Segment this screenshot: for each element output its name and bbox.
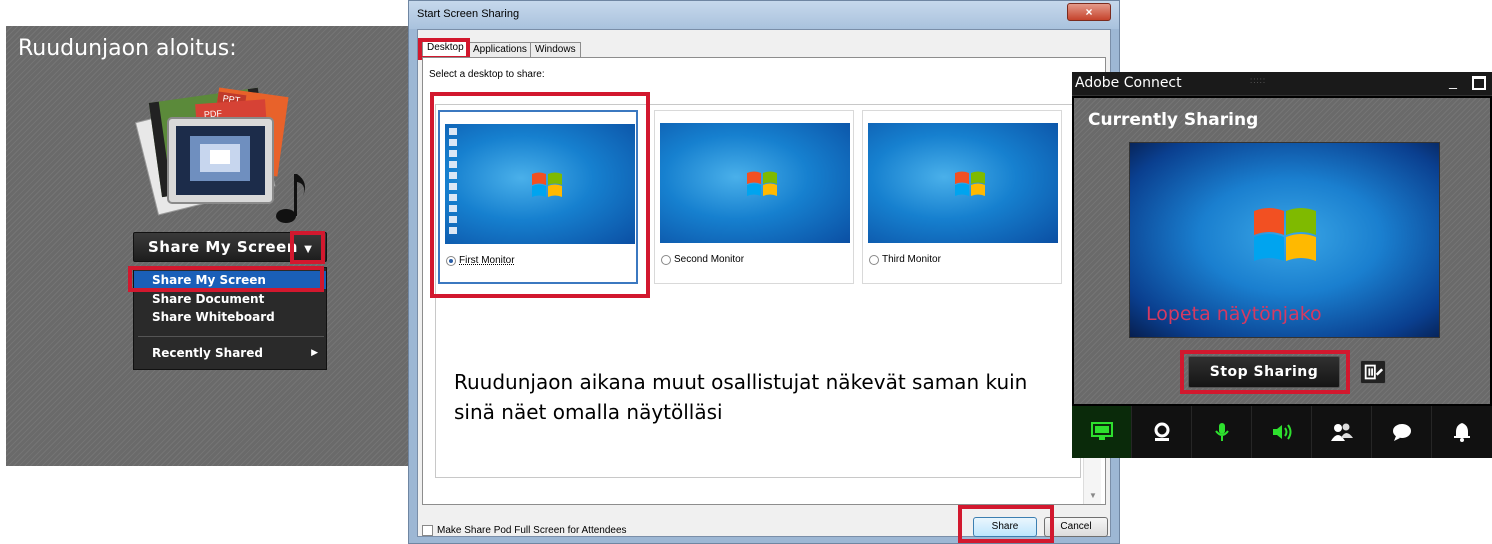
- microphone-icon[interactable]: [1192, 406, 1252, 458]
- monitor-option-first[interactable]: First Monitor: [446, 255, 515, 266]
- start-screen-sharing-dialog: Start Screen Sharing × Desktop Applicati…: [408, 0, 1120, 544]
- monitor-card-first[interactable]: First Monitor: [438, 110, 638, 284]
- fullscreen-label: Make Share Pod Full Screen for Attendees: [437, 525, 627, 536]
- windows-logo-icon: [955, 171, 985, 196]
- info-text: Ruudunjaon aikana muut osallistujat näke…: [454, 370, 1028, 424]
- desktop-icons: [449, 128, 461, 238]
- tab-desktop[interactable]: Desktop: [422, 40, 469, 58]
- close-icon[interactable]: ×: [1067, 3, 1111, 21]
- dialog-title: Start Screen Sharing: [417, 8, 520, 20]
- pod-content: Currently Sharing Lopeta näytönjako Stop…: [1074, 98, 1490, 404]
- windows-logo-icon: [532, 172, 562, 197]
- fullscreen-checkbox[interactable]: [422, 525, 433, 536]
- pod-titlebar: Adobe Connect ::::: _: [1072, 72, 1492, 96]
- dialog-body: Desktop Applications Windows Select a de…: [417, 29, 1111, 543]
- select-desktop-label: Select a desktop to share:: [429, 69, 545, 80]
- menu-item-share-my-screen[interactable]: Share My Screen: [134, 271, 326, 289]
- tab-applications[interactable]: Applications: [468, 42, 532, 58]
- pod-toolbar: [1072, 406, 1492, 458]
- drag-grip-icon[interactable]: :::::: [1250, 76, 1266, 85]
- monitor-option-second[interactable]: Second Monitor: [661, 254, 744, 265]
- radio-icon[interactable]: [661, 254, 671, 265]
- pod-title: Adobe Connect: [1075, 75, 1182, 91]
- panel-title: Ruudunjaon aloitus:: [18, 36, 237, 61]
- monitor-label: First Monitor: [459, 255, 515, 266]
- cancel-button[interactable]: Cancel: [1044, 517, 1108, 537]
- tab-windows[interactable]: Windows: [530, 42, 581, 58]
- desktop-preview: [660, 123, 850, 243]
- windows-logo-icon: [747, 171, 777, 196]
- stop-sharing-note: Lopeta näytönjako: [1146, 303, 1322, 325]
- monitor-option-third[interactable]: Third Monitor: [869, 254, 941, 265]
- chat-icon[interactable]: [1372, 406, 1432, 458]
- share-media-icon: PPT PDF: [134, 87, 305, 223]
- attendees-icon[interactable]: [1312, 406, 1372, 458]
- shared-screen-preview: Lopeta näytönjako: [1129, 142, 1440, 338]
- speaker-icon[interactable]: [1252, 406, 1312, 458]
- adobe-connect-share-pod: Adobe Connect ::::: _ Currently Sharing …: [1072, 72, 1492, 458]
- menu-item-recently-shared[interactable]: Recently Shared: [134, 344, 326, 362]
- webcam-icon[interactable]: [1132, 406, 1192, 458]
- monitor-card-second[interactable]: Second Monitor: [654, 110, 854, 284]
- dialog-titlebar: Start Screen Sharing ×: [409, 1, 1119, 29]
- monitor-list: First Monitor Second Monitor Third Monit…: [435, 104, 1081, 478]
- screen-share-icon[interactable]: [1072, 406, 1132, 458]
- scroll-down-arrow-icon[interactable]: ▼: [1089, 491, 1097, 500]
- fullscreen-option[interactable]: Make Share Pod Full Screen for Attendees: [422, 525, 627, 536]
- pause-annotate-icon[interactable]: [1360, 360, 1386, 384]
- radio-selected-icon[interactable]: [446, 255, 456, 266]
- monitor-card-third[interactable]: Third Monitor: [862, 110, 1062, 284]
- monitor-label: Third Monitor: [882, 254, 941, 265]
- menu-item-share-document[interactable]: Share Document: [134, 290, 326, 308]
- sharing-status: Currently Sharing: [1088, 110, 1259, 130]
- desktop-tab-panel: Select a desktop to share: First Monitor…: [422, 57, 1106, 505]
- notification-bell-icon[interactable]: [1432, 406, 1492, 458]
- share-button[interactable]: Share: [973, 517, 1037, 537]
- desktop-preview: [445, 124, 635, 244]
- share-menu: Share My Screen Share Document Share Whi…: [133, 267, 327, 370]
- menu-item-share-whiteboard[interactable]: Share Whiteboard: [134, 308, 326, 326]
- radio-icon[interactable]: [869, 254, 879, 265]
- minimize-icon[interactable]: _: [1444, 74, 1462, 92]
- stop-sharing-button[interactable]: Stop Sharing: [1188, 356, 1340, 388]
- monitor-label: Second Monitor: [674, 254, 745, 265]
- maximize-icon[interactable]: [1472, 76, 1486, 90]
- desktop-preview: [868, 123, 1058, 243]
- windows-logo-icon: [1254, 208, 1316, 261]
- submenu-arrow-icon: ▶: [311, 347, 318, 357]
- share-dropdown-arrow-icon[interactable]: ▼: [295, 236, 321, 260]
- menu-divider: [138, 336, 324, 337]
- share-pod-start-panel: Ruudunjaon aloitus: PPT PDF Share My Scr…: [6, 26, 410, 466]
